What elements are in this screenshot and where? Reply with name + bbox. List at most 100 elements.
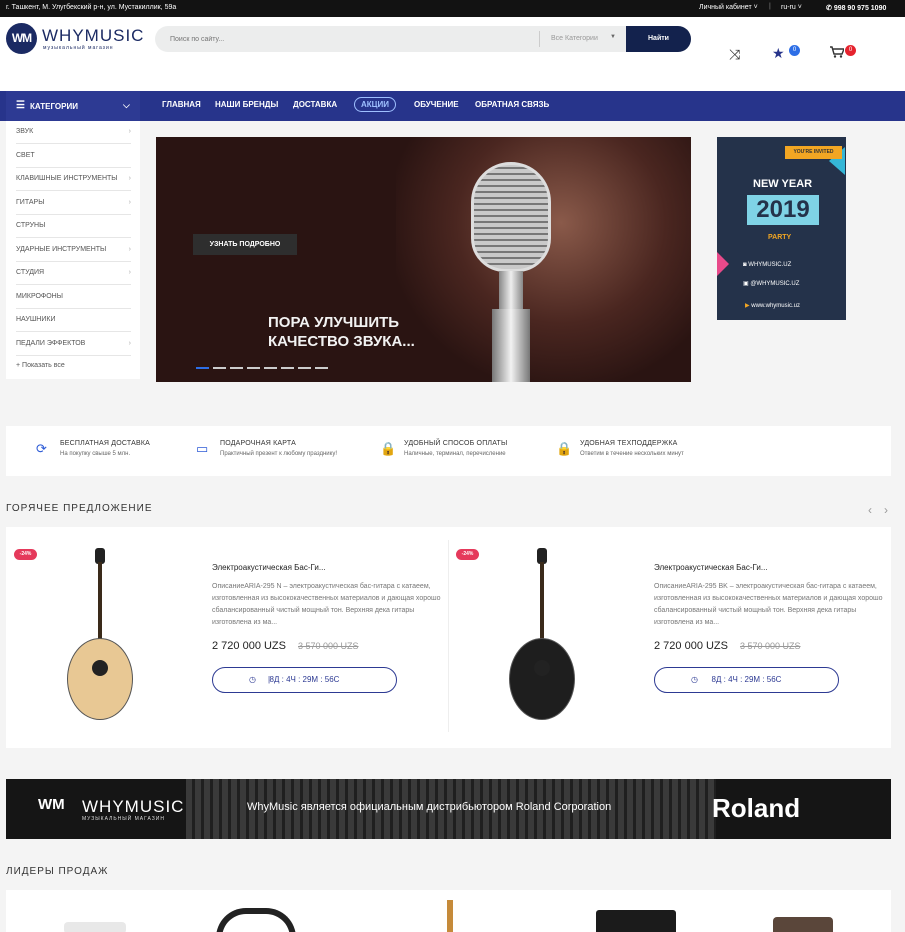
categories-label: КАТЕГОРИИ [30,102,78,111]
product-name[interactable]: Электроакустическая Бас-Ги... [654,563,768,572]
slider-dot[interactable] [281,367,294,369]
sidebar-item[interactable]: НАУШНИКИ [16,309,131,332]
shuffle-icon[interactable]: ⤨ [729,46,740,63]
feature-subtitle: Наличные, терминал, перечисление [404,451,506,457]
menu-icon: ☰ [16,100,25,111]
nav-item-home[interactable]: ГЛАВНАЯ [162,100,201,109]
product-thumb[interactable] [596,910,676,932]
decor-triangle [717,252,729,276]
phone-number[interactable]: ✆ 998 90 975 1090 [826,4,886,12]
topbar-separator: | [769,3,771,10]
timer-separator: | [268,675,271,684]
product-description: ОписаниеARIA-295 BK – электроакустическа… [654,583,883,626]
countdown-timer: ◷ | 8Д : 4Ч : 29М : 56С [212,667,397,693]
search-button[interactable]: Найти [626,26,691,52]
caret-down-icon[interactable]: ▼ [610,34,616,40]
sidebar-item-label: ГИТАРЫ [16,198,45,206]
product-thumb[interactable] [773,917,833,932]
promo-site: ▶ www.whymusic.uz [745,303,800,309]
nav-item-brands[interactable]: НАШИ БРЕНДЫ [215,100,278,109]
roland-logo: Roland [712,793,801,823]
sidebar-item-label: ЗВУК [16,128,34,135]
slider-dot[interactable] [196,367,209,369]
search-category-select[interactable]: Все Категории [551,35,598,42]
cart-icon[interactable] [830,46,846,58]
roland-banner-text: WhyMusic является официальным дистрибьют… [247,801,612,813]
microphone-neck [499,271,523,311]
sidebar-item-label: УДАРНЫЕ ИНСТРУМЕНТЫ [16,245,107,253]
search-input[interactable] [155,26,540,52]
chevron-right-icon: › [128,175,131,182]
logo-subtitle: музыкальный магазин [43,45,114,51]
sidebar-item-label: СТУДИЯ [16,269,45,276]
promo-title: NEW YEAR [753,178,813,190]
sidebar-item[interactable]: ЗВУК › [16,121,131,144]
new-year-promo[interactable]: YOU'RE INVITED NEW YEAR 2019 PARTY ◙ WHY… [717,137,846,320]
chevron-right-icon: › [128,269,131,276]
nav-item-feedback[interactable]: ОБРАТНАЯ СВЯЗЬ [475,100,549,109]
microphone-image [471,162,551,272]
logo-mark[interactable]: WM [6,23,37,54]
roland-banner[interactable]: WM WHYMUSIC МУЗЫКАЛЬНЫЙ МАГАЗИН WhyMusic… [6,779,891,839]
slider-dot[interactable] [213,367,226,369]
discount-badge: -24% [456,549,479,560]
bestsellers-title: ЛИДЕРЫ ПРОДАЖ [6,866,109,877]
feature-subtitle: Ответим в течение нескольких минут [580,451,684,457]
slider-dot[interactable] [264,367,277,369]
account-menu[interactable]: Личный кабинет ˅ [699,4,758,11]
categories-toggle[interactable]: ☰ КАТЕГОРИИ ⌵ [6,91,140,121]
feature-title: ПОДАРОЧНАЯ КАРТА [220,440,296,447]
top-bar: г. Ташкент, М. Улугбекский р-н, ул. Муст… [0,0,905,17]
product-thumb[interactable] [447,900,453,932]
feature-subtitle: На покупку свыше 5 млн. [60,451,131,457]
card-icon: ▭ [196,441,209,456]
hero-banner[interactable]: УЗНАТЬ ПОДРОБНО ПОРА УЛУЧШИТЬ КАЧЕСТВО З… [156,137,691,382]
product-old-price: 3 570 000 UZS [740,641,801,651]
learn-more-button[interactable]: УЗНАТЬ ПОДРОБНО [193,234,297,255]
star-icon[interactable]: ★ [772,45,785,62]
nav-item-training[interactable]: ОБУЧЕНИЕ [414,100,459,109]
sidebar-item[interactable]: СВЕТ [16,145,131,168]
search-divider [539,31,540,47]
sidebar-item[interactable]: СТУДИЯ › [16,262,131,285]
sidebar-item[interactable]: ПЕДАЛИ ЭФФЕКТОВ › [16,333,131,356]
product-thumb[interactable] [216,908,296,932]
microphone-body [492,309,530,382]
sync-icon: ⟳ [36,441,47,456]
slider-dots [196,361,332,371]
promo-instagram: ◙ WHYMUSIC.UZ [743,262,792,268]
slider-dot[interactable] [298,367,311,369]
roland-banner-logo-mark: WM [38,796,65,813]
sidebar-item[interactable]: УДАРНЫЕ ИНСТРУМЕНТЫ › [16,239,131,262]
carousel-next-button[interactable]: › [884,503,888,517]
sidebar-item[interactable]: КЛАВИШНЫЕ ИНСТРУМЕНТЫ › [16,168,131,191]
promo-invited-badge: YOU'RE INVITED [785,146,842,159]
cart-count-badge: 0 [845,45,856,56]
search-bar: Все Категории ▼ Найти [155,26,691,52]
language-select[interactable]: ru-ru ˅ [781,4,802,11]
sidebar-item-label: СТРУНЫ [16,222,46,229]
sidebar-item[interactable]: ГИТАРЫ › [16,192,131,215]
bass-guitar-image[interactable] [502,548,582,726]
sidebar-item-label: КЛАВИШНЫЕ ИНСТРУМЕНТЫ [16,175,118,182]
feature-subtitle: Практичный презент к любому празднику! [220,451,338,457]
sidebar-item[interactable]: МИКРОФОНЫ [16,286,131,309]
show-all-link[interactable]: + Показать все [16,362,65,369]
nav-item-sales[interactable]: АКЦИИ [354,97,397,112]
clock-icon: ◷ [249,675,256,684]
chevron-down-icon: ⌵ [123,100,130,110]
slider-dot[interactable] [230,367,243,369]
bass-guitar-image[interactable] [60,548,140,726]
logo-name[interactable]: WHYMUSIC [42,26,144,46]
product-name[interactable]: Электроакустическая Бас-Ги... [212,563,326,572]
wishlist-count-badge: 0 [789,45,800,56]
product-old-price: 3 570 000 UZS [298,641,359,651]
slider-dot[interactable] [315,367,328,369]
sidebar-item-label: НАУШНИКИ [16,316,56,323]
product-thumb[interactable] [64,922,126,932]
sidebar-item[interactable]: СТРУНЫ [16,215,131,238]
nav-item-delivery[interactable]: ДОСТАВКА [293,100,337,109]
slider-dot[interactable] [247,367,260,369]
clock-icon: ◷ [691,675,698,684]
carousel-prev-button[interactable]: ‹ [868,503,872,517]
